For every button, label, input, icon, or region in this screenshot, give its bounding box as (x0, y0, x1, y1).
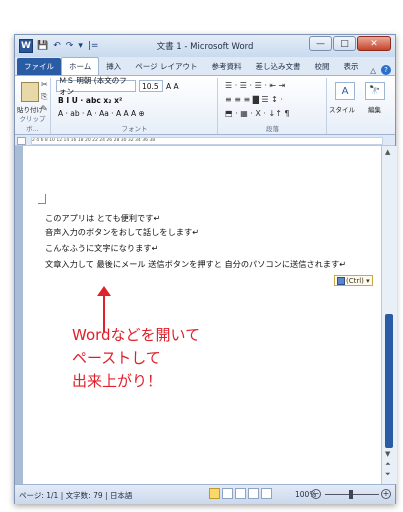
tab-mailings[interactable]: 差し込み文書 (249, 58, 308, 75)
document-page[interactable]: このアプリは とても便利です↵ 音声入力のボタンをおして話しをします↵ こんなふ… (23, 146, 381, 484)
zoom-slider-thumb[interactable] (349, 490, 353, 499)
ruler: 2 4 6 8 10 12 14 16 18 20 22 24 26 28 30… (15, 136, 395, 146)
ribbon: 貼り付け ✂ ⎘ ✎ クリップボ... ＭＳ 明朝 (本文のフォン 10.5 A… (15, 75, 395, 135)
paste-icon[interactable] (21, 82, 39, 102)
view-buttons (209, 488, 272, 499)
paste-options-button[interactable]: (Ctrl) ▾ (334, 275, 373, 286)
draft-view-icon[interactable] (261, 488, 272, 499)
window-controls: — □ ✕ (309, 36, 391, 51)
word-window: W 💾 ↶ ↷ ▾ |= 文書 1 - Microsoft Word — □ ✕… (14, 34, 397, 504)
tab-view[interactable]: 表示 (337, 58, 366, 75)
prev-page-icon[interactable]: ⏶ (385, 460, 391, 469)
full-screen-view-icon[interactable] (222, 488, 233, 499)
scrollbar-thumb[interactable] (385, 314, 393, 448)
page-corner-mark (38, 194, 46, 204)
document-line-3[interactable]: こんなふうに文字になります↵ (45, 242, 158, 254)
copy-icon[interactable]: ⎘ (41, 92, 47, 102)
annotation-line-1: Wordなどを開いて (72, 326, 201, 344)
scroll-down-icon[interactable]: ▼ (385, 450, 390, 458)
font-color-row[interactable]: A · ab · A · Aa · A A A ⊕ (58, 109, 145, 118)
minimize-button[interactable]: — (309, 36, 332, 51)
web-layout-view-icon[interactable] (235, 488, 246, 499)
cut-icon[interactable]: ✂ (41, 80, 48, 89)
status-bar: ページ: 1/1 | 文字数: 79 | 日本語 100% − + (15, 484, 395, 504)
annotation-line-3: 出来上がり！ (72, 372, 163, 390)
next-page-icon[interactable]: ⏷ (385, 470, 391, 479)
font-size-select[interactable]: 10.5 (139, 80, 163, 92)
paragraph-group-label: 段落 (266, 125, 279, 133)
help-icon[interactable]: ? (381, 65, 391, 75)
tab-home[interactable]: ホーム (61, 57, 100, 75)
zoom-in-icon[interactable]: + (381, 489, 391, 499)
print-layout-view-icon[interactable] (209, 488, 220, 499)
styles-button-label[interactable]: スタイル (329, 104, 355, 114)
document-line-1[interactable]: このアプリは とても便利です↵ (45, 212, 160, 224)
tab-page-layout[interactable]: ページ レイアウト (128, 58, 204, 75)
document-line-4[interactable]: 文章入力して 最後にメール 送信ボタンを押すと 自分のパソコンに送信されます↵ (45, 258, 346, 270)
document-line-2[interactable]: 音声入力のボタンをおして話しをします↵ (45, 226, 199, 238)
word-count[interactable]: 文字数: 79 (66, 491, 103, 500)
maximize-button[interactable]: □ (333, 36, 356, 51)
ribbon-tabs: ファイル ホーム 挿入 ページ レイアウト 参考資料 差し込み文書 校閲 表示 … (15, 57, 395, 75)
paste-options-label: (Ctrl) ▾ (346, 276, 370, 285)
annotation-line-2: ペーストして (72, 349, 161, 367)
shading-border-row[interactable]: ⬒ · ▦ · X · ↓↑ ¶ (225, 109, 290, 118)
close-button[interactable]: ✕ (357, 36, 391, 51)
font-size-grow-shrink[interactable]: A A (166, 82, 179, 91)
list-buttons-row[interactable]: ☰ · ☰ · ☰ · ⇤ ⇥ (225, 81, 285, 90)
font-group: ＭＳ 明朝 (本文のフォン 10.5 A A B I U · abc x₂ x²… (52, 76, 218, 134)
font-group-label: フォント (121, 125, 148, 133)
document-area: このアプリは とても便利です↵ 音声入力のボタンをおして話しをします↵ こんなふ… (15, 146, 381, 484)
paragraph-group: ☰ · ☰ · ☰ · ⇤ ⇥ ≡ ≡ ≡ ▇ ☰ ↕ · ⬒ · ▦ · X … (219, 78, 327, 134)
scroll-up-icon[interactable]: ▲ (385, 148, 390, 156)
tab-stop-selector[interactable] (17, 137, 26, 145)
format-painter-icon[interactable]: ✎ (41, 104, 48, 113)
horizontal-ruler[interactable]: 2 4 6 8 10 12 14 16 18 20 22 24 26 28 30… (31, 137, 383, 145)
clipboard-group: 貼り付け ✂ ⎘ ✎ クリップボ... (15, 78, 51, 134)
vertical-scrollbar[interactable]: ▲ ▼ ⏶ ⏷ (381, 146, 397, 484)
title-bar: W 💾 ↶ ↷ ▾ |= 文書 1 - Microsoft Word — □ ✕ (15, 35, 395, 57)
page-count[interactable]: ページ: 1/1 (19, 491, 58, 500)
status-left: ページ: 1/1 | 文字数: 79 | 日本語 (19, 490, 132, 501)
tabs-right: △ ? (370, 65, 395, 75)
clipboard-icon (337, 276, 345, 285)
styles-icon[interactable]: A (335, 82, 355, 100)
editing-button-label[interactable]: 編集 (368, 104, 381, 114)
outline-view-icon[interactable] (248, 488, 259, 499)
tab-references[interactable]: 参考資料 (205, 58, 249, 75)
font-format-row[interactable]: B I U · abc x₂ x² (58, 96, 122, 105)
tab-review[interactable]: 校閲 (308, 58, 337, 75)
language-indicator[interactable]: 日本語 (110, 491, 133, 500)
tab-insert[interactable]: 挿入 (99, 58, 128, 75)
font-name-select[interactable]: ＭＳ 明朝 (本文のフォン (56, 76, 136, 96)
minimize-ribbon-icon[interactable]: △ (370, 66, 376, 75)
find-icon[interactable]: 🔭 (365, 82, 385, 100)
tab-file[interactable]: ファイル (17, 58, 61, 75)
zoom-out-icon[interactable]: − (311, 489, 321, 499)
alignment-buttons-row[interactable]: ≡ ≡ ≡ ▇ ☰ ↕ · (225, 95, 283, 104)
clipboard-group-label: クリップボ... (19, 115, 46, 133)
